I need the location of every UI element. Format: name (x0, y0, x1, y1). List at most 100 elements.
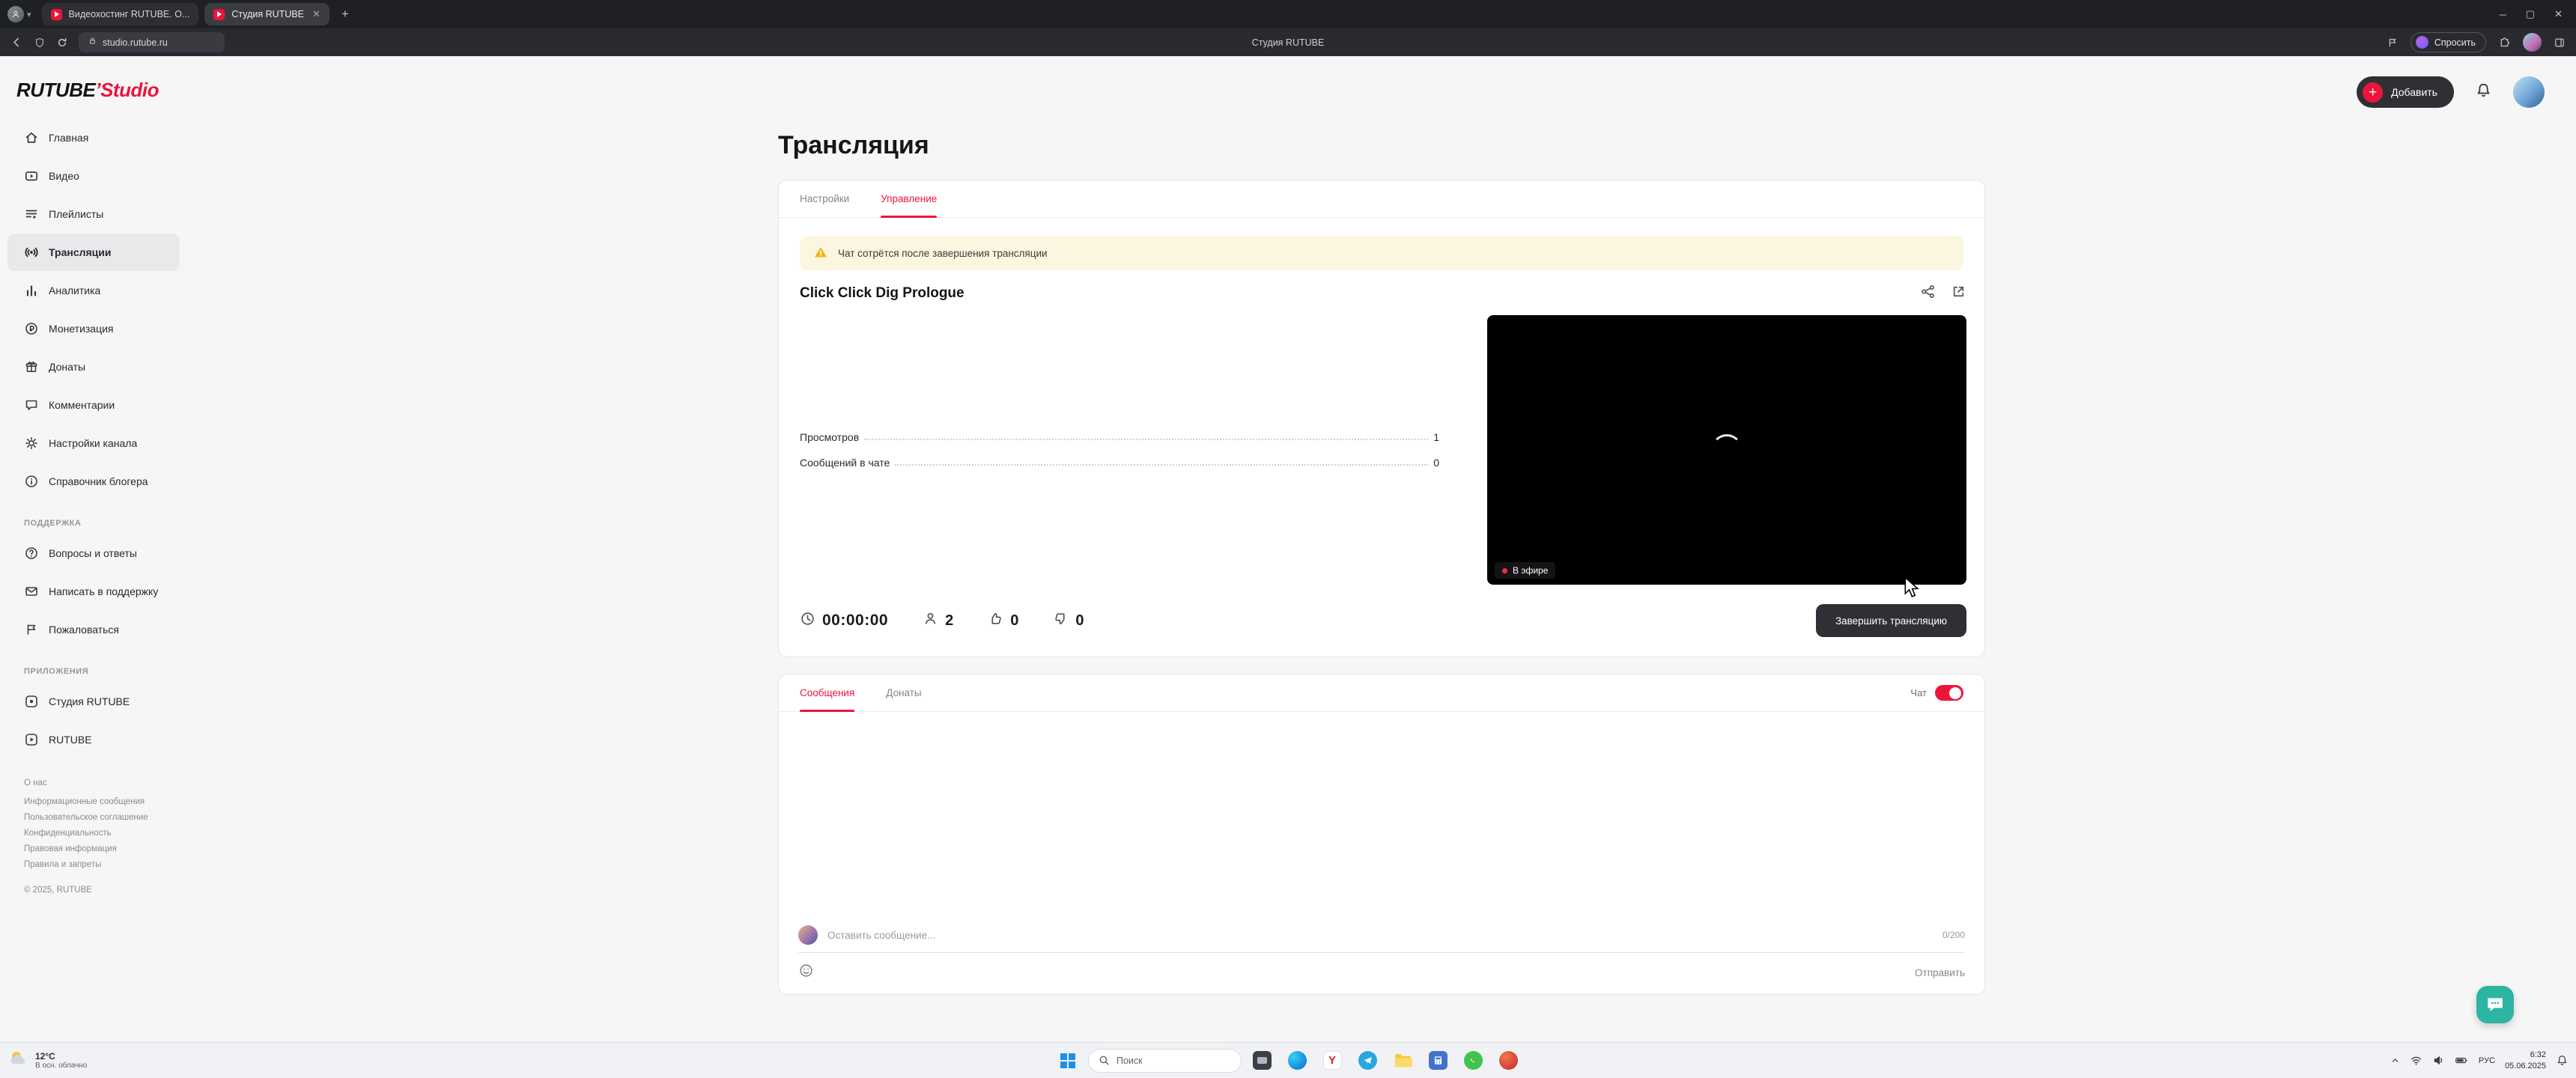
footer-link[interactable]: О нас (24, 779, 187, 788)
channel-avatar[interactable] (2513, 76, 2545, 108)
browser-account-avatar[interactable] (2523, 33, 2542, 52)
emoji-icon[interactable] (798, 963, 814, 982)
sidebar-item-write-support[interactable]: Написать в поддержку (7, 573, 180, 610)
taskbar-app-calculator[interactable] (1423, 1046, 1453, 1076)
sidebar-item-app-studio[interactable]: Студия RUTUBE (7, 683, 180, 720)
footer-link[interactable]: Правовая информация (24, 844, 187, 853)
sidebar-item-comments[interactable]: Комментарии (7, 386, 180, 424)
minimize-icon[interactable]: ─ (2500, 9, 2506, 20)
sidebar-item-blogger-guide[interactable]: Справочник блогера (7, 463, 180, 500)
live-dot-icon (1502, 567, 1507, 573)
battery-icon[interactable] (2455, 1053, 2469, 1068)
footer-link[interactable]: Пользовательское соглашение (24, 813, 187, 822)
support-chat-fab[interactable] (2476, 986, 2514, 1023)
tab-control[interactable]: Управление (881, 180, 938, 218)
dislikes-count[interactable]: 0 (1053, 611, 1084, 630)
browser-tab-rutube[interactable]: Видеохостинг RUTUBE. О... (41, 3, 199, 25)
close-tab-icon[interactable]: ✕ (312, 8, 321, 20)
taskbar-search[interactable]: Поиск (1088, 1048, 1242, 1073)
sidebar-item-channel-settings[interactable]: Настройки канала (7, 424, 180, 462)
sidebar-panel-icon[interactable] (2554, 37, 2566, 49)
rutube-studio-logo[interactable]: RUTUBE’Studio (0, 68, 187, 118)
sidebar-item-faq[interactable]: Вопросы и ответы (7, 535, 180, 572)
loading-spinner-icon (1711, 434, 1743, 466)
taskbar-app-store[interactable] (1493, 1046, 1523, 1076)
browser-profile-button[interactable]: ▾ (7, 6, 31, 22)
new-tab-button[interactable]: + (335, 7, 355, 22)
stat-value: 1 (1433, 431, 1439, 443)
sidebar-item-label: Аналитика (49, 284, 101, 296)
taskbar-app-telegram[interactable] (1352, 1046, 1382, 1076)
extensions-icon[interactable] (2498, 36, 2511, 49)
add-button[interactable]: + Добавить (2357, 76, 2454, 108)
external-link-icon[interactable] (1951, 284, 1966, 303)
ask-label: Спросить (2434, 37, 2476, 48)
sidebar-item-video[interactable]: Видео (7, 157, 180, 195)
browser-tabbar: ▾ Видеохостинг RUTUBE. О... Студия RUTUB… (0, 0, 2576, 28)
tab-settings[interactable]: Настройки (800, 180, 849, 217)
sidebar-item-analytics[interactable]: Аналитика (7, 272, 180, 309)
footer-link[interactable]: Информационные сообщения (24, 797, 187, 806)
taskbar-weather[interactable]: 12°C В осн. облачно (7, 1043, 87, 1078)
taskbar-app-edge[interactable] (1282, 1046, 1312, 1076)
ask-alice-button[interactable]: Спросить (2410, 32, 2486, 52)
volume-icon[interactable] (2432, 1054, 2445, 1067)
start-button[interactable] (1053, 1046, 1083, 1076)
browser-tab-studio[interactable]: Студия RUTUBE ✕ (204, 3, 329, 25)
taskbar-app-taskview[interactable] (1247, 1046, 1277, 1076)
dotted-leader (864, 439, 1429, 440)
end-broadcast-button[interactable]: Завершить трансляцию (1815, 604, 1966, 637)
sidebar-item-donations[interactable]: Донаты (7, 348, 180, 386)
sidebar-item-label: Настройки канала (49, 437, 138, 449)
taskbar-app-whatsapp[interactable] (1458, 1046, 1488, 1076)
stat-value: 0 (1433, 457, 1439, 469)
clock-icon (800, 611, 815, 630)
tray-chevron-up-icon[interactable] (2390, 1056, 2400, 1065)
folder-icon (1394, 1054, 1412, 1068)
notifications-bell-icon[interactable] (2556, 1054, 2569, 1067)
back-icon[interactable] (10, 36, 23, 49)
wifi-icon[interactable] (2410, 1054, 2422, 1067)
whatsapp-icon (1463, 1051, 1483, 1070)
chat-toggle[interactable] (1935, 685, 1963, 701)
sidebar-item-app-rutube[interactable]: RUTUBE (7, 721, 180, 758)
share-icon[interactable] (1920, 284, 1936, 303)
tab-title: Видеохостинг RUTUBE. О... (68, 9, 190, 19)
video-player[interactable]: В эфире (1487, 315, 1966, 585)
gift-icon (24, 359, 39, 374)
sidebar-item-report[interactable]: Пожаловаться (7, 611, 180, 648)
send-button[interactable]: Отправить (1915, 967, 1965, 978)
language-indicator[interactable]: РУС (2479, 1056, 2495, 1065)
chat-message-input[interactable] (827, 929, 1933, 941)
close-window-icon[interactable]: ✕ (2554, 8, 2563, 20)
telegram-icon (1358, 1051, 1377, 1070)
taskbar-app-explorer[interactable] (1388, 1046, 1418, 1076)
viewers-count: 2 (923, 611, 953, 630)
stat-messages-row: Сообщений в чате 0 (800, 457, 1439, 469)
broadcast-card: Настройки Управление Чат сотрётся после … (778, 180, 1985, 657)
browser-toolbar: studio.rutube.ru Студия RUTUBE Спросить (0, 28, 2576, 56)
sidebar-item-broadcasts[interactable]: Трансляции (7, 234, 180, 271)
taskbar-app-yandex[interactable]: Y (1317, 1046, 1347, 1076)
sidebar-item-home[interactable]: Главная (7, 119, 180, 156)
sidebar-item-playlists[interactable]: Плейлисты (7, 195, 180, 233)
plus-icon: + (2363, 82, 2384, 103)
maximize-icon[interactable]: ▢ (2526, 8, 2535, 20)
footer-link[interactable]: Правила и запреты (24, 860, 187, 869)
reload-icon[interactable] (56, 37, 68, 49)
flag-icon[interactable] (2387, 37, 2399, 49)
tab-donations[interactable]: Донаты (886, 674, 921, 711)
playlist-icon (24, 207, 39, 222)
rutube-favicon-icon (213, 8, 225, 20)
footer-link[interactable]: Конфиденциальность (24, 829, 187, 838)
thumb-up-icon (988, 611, 1003, 630)
shield-icon[interactable] (34, 37, 46, 49)
likes-count[interactable]: 0 (988, 611, 1018, 630)
sidebar-item-monetization[interactable]: Монетизация (7, 310, 180, 347)
chat-warning-banner: Чат сотрётся после завершения трансляции (800, 236, 1963, 270)
tab-messages[interactable]: Сообщения (800, 674, 855, 712)
taskbar-clock[interactable]: 6:32 05.06.2025 (2505, 1050, 2546, 1072)
bell-icon[interactable] (2475, 82, 2492, 103)
chat-message-list (779, 712, 1984, 925)
address-bar[interactable]: studio.rutube.ru (79, 32, 225, 52)
